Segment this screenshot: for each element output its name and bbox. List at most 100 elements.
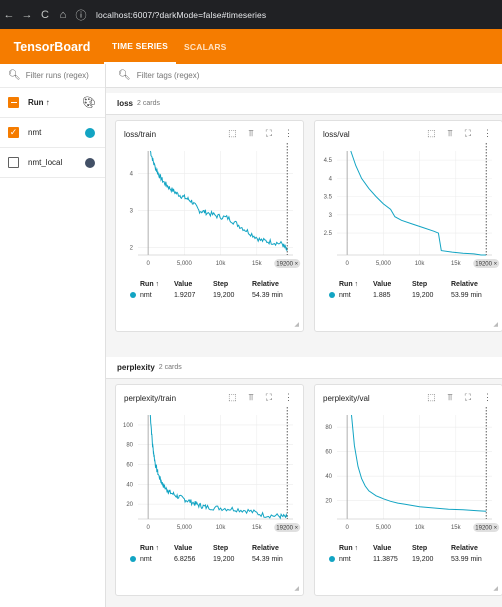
select-all-checkbox[interactable] [8, 97, 19, 108]
tags-filter-input[interactable]: 🔍︎ Filter tags (regex) [106, 64, 502, 88]
more-options-icon[interactable]: ⋮ [483, 128, 492, 139]
col-run[interactable]: Run ↑ [140, 545, 174, 552]
cell-relative: 54.39 min [252, 292, 283, 299]
x-tick-label: 5,000 [376, 261, 392, 267]
x-tick-label: 5,000 [177, 261, 193, 267]
table-header-row: Run ↑ Value Step Relative [329, 543, 501, 554]
group-header-loss[interactable]: loss 2 cards [106, 93, 502, 115]
group-card-count: 2 cards [158, 364, 182, 371]
card-toolbar: ⬚ ⫪ ⛶ ⋮ [427, 128, 492, 139]
step-cursor-label: 19200 × [276, 526, 298, 532]
cell-run: nmt [140, 292, 152, 299]
run-color-swatch[interactable] [85, 157, 95, 168]
cell-run: nmt [339, 292, 351, 299]
run-checkbox-nmt-local[interactable] [8, 157, 19, 168]
resize-handle-icon[interactable]: ◢ [294, 585, 299, 592]
line-chart[interactable]: 20 40 60 80 100 0 5,000 10k 15k 19200 × [116, 407, 305, 542]
pin-icon[interactable]: ⫪ [448, 392, 453, 403]
y-tick-label: 3 [130, 208, 134, 214]
pin-icon[interactable]: ⫪ [249, 392, 254, 403]
x-tick-label: 0 [146, 261, 150, 267]
group-card-count: 2 cards [137, 100, 160, 107]
col-step: Step [213, 545, 229, 552]
run-color-swatch[interactable] [85, 127, 95, 138]
fullscreen-icon[interactable]: ⛶ [266, 392, 272, 403]
y-tick-label: 20 [126, 502, 133, 508]
col-value: Value [373, 281, 392, 288]
col-step: Step [412, 281, 428, 288]
x-tick-label: 10k [216, 261, 227, 267]
card-title: loss/train [124, 130, 157, 139]
home-icon[interactable]: ⌂ [54, 9, 72, 21]
x-tick-label: 15k [252, 261, 263, 267]
y-tick-label: 60 [126, 463, 133, 469]
y-tick-label: 60 [325, 450, 332, 456]
fit-domain-icon[interactable]: ⬚ [427, 128, 436, 139]
cell-run: nmt [140, 556, 152, 563]
col-run[interactable]: Run ↑ [339, 545, 373, 552]
run-color-dot [130, 555, 136, 562]
run-sort-header[interactable]: Run ↑ [28, 98, 50, 107]
col-step: Step [412, 545, 428, 552]
tab-scalars[interactable]: SCALARS [176, 29, 235, 64]
site-info-icon[interactable]: ⓘ [72, 7, 90, 23]
cell-step: 19,200 [412, 556, 434, 563]
runs-filter-input[interactable]: 🔍︎ Filter runs (regex) [0, 64, 105, 88]
cell-relative: 53.99 min [451, 556, 482, 563]
fullscreen-icon[interactable]: ⛶ [465, 128, 471, 139]
run-color-dot [329, 555, 335, 562]
y-tick-label: 2 [130, 246, 134, 252]
more-options-icon[interactable]: ⋮ [284, 128, 293, 139]
cell-step: 19,200 [213, 292, 235, 299]
fit-domain-icon[interactable]: ⬚ [228, 128, 237, 139]
line-chart[interactable]: 20 40 60 80 0 5,000 10k 15k 19200 × [315, 407, 502, 542]
pin-icon[interactable]: ⫪ [448, 128, 453, 139]
group-header-perplexity[interactable]: perplexity 2 cards [106, 357, 502, 379]
fit-domain-icon[interactable]: ⬚ [228, 392, 237, 403]
card-loss-train: loss/train ⬚ ⫪ ⛶ ⋮ 2 3 4 0 5,000 10k 15k 19200 … [115, 120, 304, 332]
fit-domain-icon[interactable]: ⬚ [427, 392, 436, 403]
card-toolbar: ⬚ ⫪ ⛶ ⋮ [228, 392, 293, 403]
x-tick-label: 15k [252, 525, 263, 531]
y-tick-label: 4 [130, 171, 134, 177]
line-chart[interactable]: 2 3 4 0 5,000 10k 15k 19200 × [116, 143, 305, 278]
card-perplexity-val: perplexity/val ⬚ ⫪ ⛶ ⋮ 20 40 60 80 0 5,000 10k… [314, 384, 502, 596]
pin-icon[interactable]: ⫪ [249, 128, 254, 139]
forward-icon[interactable]: → [18, 9, 36, 21]
runs-header-row: Run ↑ 🎨︎ [0, 88, 105, 118]
run-row-nmt-local[interactable]: nmt_local [0, 148, 105, 178]
tab-time-series[interactable]: TIME SERIES [104, 29, 177, 64]
fullscreen-icon[interactable]: ⛶ [465, 392, 471, 403]
col-run[interactable]: Run ↑ [140, 281, 174, 288]
resize-handle-icon[interactable]: ◢ [493, 585, 498, 592]
run-checkbox-nmt[interactable]: ✓ [8, 127, 19, 138]
more-options-icon[interactable]: ⋮ [483, 392, 492, 403]
reload-icon[interactable]: C [36, 9, 54, 21]
fullscreen-icon[interactable]: ⛶ [266, 128, 272, 139]
resize-handle-icon[interactable]: ◢ [493, 321, 498, 328]
col-step: Step [213, 281, 229, 288]
cell-relative: 53.99 min [451, 292, 482, 299]
table-header-row: Run ↑ Value Step Relative [329, 279, 501, 290]
col-run[interactable]: Run ↑ [339, 281, 373, 288]
address-bar[interactable]: localhost:6007/?darkMode=false#timeserie… [96, 10, 266, 20]
step-cursor-label: 19200 × [276, 262, 298, 268]
col-relative: Relative [451, 545, 478, 552]
cell-value: 1.9207 [174, 292, 196, 299]
card-loss-val: loss/val ⬚ ⫪ ⛶ ⋮ 2.5 3 3.5 4 4.5 0 5,000 10k 15k… [314, 120, 502, 332]
series-line-nmt [149, 150, 288, 252]
back-icon[interactable]: ← [0, 9, 18, 21]
line-chart[interactable]: 2.5 3 3.5 4 4.5 0 5,000 10k 15k 19200 × [315, 143, 502, 278]
run-row-nmt[interactable]: ✓ nmt [0, 118, 105, 148]
card-toolbar: ⬚ ⫪ ⛶ ⋮ [228, 128, 293, 139]
x-tick-label: 0 [345, 261, 349, 267]
palette-icon[interactable]: 🎨︎ [82, 96, 96, 109]
card-title: loss/val [323, 130, 350, 139]
y-tick-label: 4 [329, 176, 333, 182]
tags-filter-placeholder: Filter tags (regex) [136, 71, 200, 80]
more-options-icon[interactable]: ⋮ [284, 392, 293, 403]
runs-sidebar: 🔍︎ Filter runs (regex) Run ↑ 🎨︎ ✓ nmt nm… [0, 64, 106, 607]
cell-step: 19,200 [412, 292, 434, 299]
x-tick-label: 5,000 [177, 525, 193, 531]
resize-handle-icon[interactable]: ◢ [294, 321, 299, 328]
